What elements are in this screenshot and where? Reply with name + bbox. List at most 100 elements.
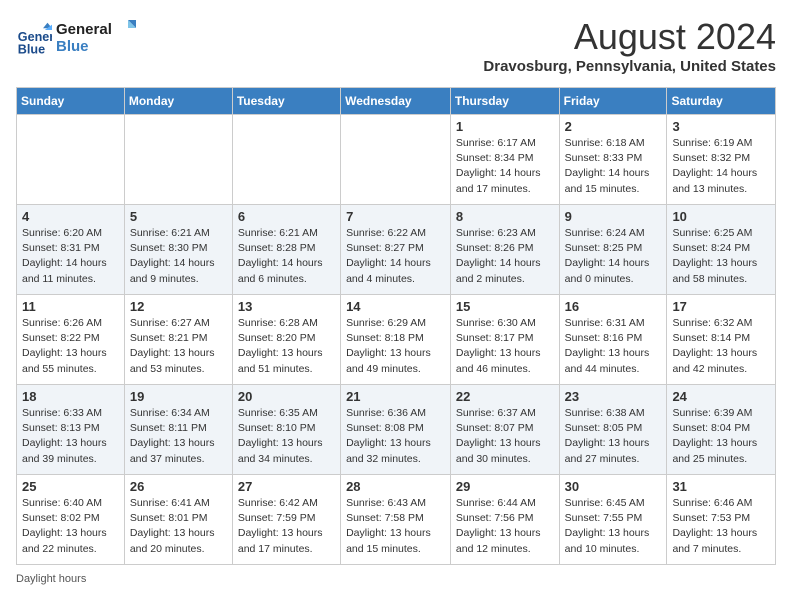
calendar-cell: 18Sunrise: 6:33 AMSunset: 8:13 PMDayligh… [17, 385, 125, 475]
day-number: 16 [565, 299, 662, 314]
dow-header: Saturday [667, 88, 776, 115]
day-info: Sunrise: 6:18 AMSunset: 8:33 PMDaylight:… [565, 136, 662, 197]
day-number: 8 [456, 209, 554, 224]
calendar-cell: 31 Sunrise: 6:46 AMSunset: 7:53 PMDayligh… [667, 475, 776, 565]
calendar-cell: 21 Sunrise: 6:36 AMSunset: 8:08 PMDayligh… [341, 385, 451, 475]
day-info: Sunrise: 6:35 AMSunset: 8:10 PMDaylight:… [238, 406, 335, 467]
day-info: Sunrise: 6:43 AMSunset: 7:58 PMDaylight:… [346, 496, 445, 557]
daylight-label: Daylight hours [16, 573, 86, 585]
calendar-cell: 14Sunrise: 6:29 AMSunset: 8:18 PMDayligh… [341, 295, 451, 385]
calendar-cell: 15 Sunrise: 6:30 AMSunset: 8:17 PMDayligh… [450, 295, 559, 385]
calendar-cell: 22 Sunrise: 6:37 AMSunset: 8:07 PMDayligh… [450, 385, 559, 475]
day-number: 6 [238, 209, 335, 224]
days-of-week-row: SundayMondayTuesdayWednesdayThursdayFrid… [17, 88, 776, 115]
calendar-cell: 20 Sunrise: 6:35 AMSunset: 8:10 PMDayligh… [232, 385, 340, 475]
calendar-cell: 9 Sunrise: 6:24 AMSunset: 8:25 PMDaylight… [559, 205, 667, 295]
day-number: 19 [130, 389, 227, 404]
logo-svg: General Blue [56, 16, 136, 56]
day-info: Sunrise: 6:26 AMSunset: 8:22 PMDaylight:… [22, 316, 119, 377]
dow-header: Friday [559, 88, 667, 115]
dow-header: Sunday [17, 88, 125, 115]
dow-header: Tuesday [232, 88, 340, 115]
day-info: Sunrise: 6:44 AMSunset: 7:56 PMDaylight:… [456, 496, 554, 557]
day-info: Sunrise: 6:23 AMSunset: 8:26 PMDaylight:… [456, 226, 554, 287]
day-number: 11 [22, 299, 119, 314]
calendar-cell: 6 Sunrise: 6:21 AMSunset: 8:28 PMDaylight… [232, 205, 340, 295]
day-info: Sunrise: 6:34 AMSunset: 8:11 PMDaylight:… [130, 406, 227, 467]
calendar-cell: 17Sunrise: 6:32 AMSunset: 8:14 PMDayligh… [667, 295, 776, 385]
day-number: 30 [565, 479, 662, 494]
day-number: 22 [456, 389, 554, 404]
logo-icon: General Blue [16, 21, 52, 57]
day-number: 29 [456, 479, 554, 494]
day-number: 5 [130, 209, 227, 224]
day-number: 9 [565, 209, 662, 224]
calendar-cell: 5 Sunrise: 6:21 AMSunset: 8:30 PMDaylight… [124, 205, 232, 295]
day-info: Sunrise: 6:28 AMSunset: 8:20 PMDaylight:… [238, 316, 335, 377]
calendar-cell: 25 Sunrise: 6:40 AMSunset: 8:02 PMDayligh… [17, 475, 125, 565]
day-number: 1 [456, 119, 554, 134]
day-info: Sunrise: 6:39 AMSunset: 8:04 PMDaylight:… [672, 406, 770, 467]
day-info: Sunrise: 6:30 AMSunset: 8:17 PMDaylight:… [456, 316, 554, 377]
dow-header: Wednesday [341, 88, 451, 115]
day-number: 2 [565, 119, 662, 134]
calendar-cell: 27Sunrise: 6:42 AMSunset: 7:59 PMDayligh… [232, 475, 340, 565]
day-info: Sunrise: 6:36 AMSunset: 8:08 PMDaylight:… [346, 406, 445, 467]
day-info: Sunrise: 6:19 AMSunset: 8:32 PMDaylight:… [672, 136, 770, 197]
month-title: August 2024 [483, 16, 776, 58]
day-number: 28 [346, 479, 445, 494]
dow-header: Monday [124, 88, 232, 115]
day-info: Sunrise: 6:25 AMSunset: 8:24 PMDaylight:… [672, 226, 770, 287]
day-info: Sunrise: 6:21 AMSunset: 8:30 PMDaylight:… [130, 226, 227, 287]
day-number: 14 [346, 299, 445, 314]
day-number: 31 [672, 479, 770, 494]
calendar-cell: 8 Sunrise: 6:23 AMSunset: 8:26 PMDaylight… [450, 205, 559, 295]
day-number: 26 [130, 479, 227, 494]
day-number: 27 [238, 479, 335, 494]
day-number: 10 [672, 209, 770, 224]
day-info: Sunrise: 6:38 AMSunset: 8:05 PMDaylight:… [565, 406, 662, 467]
svg-text:Blue: Blue [56, 38, 89, 55]
calendar-cell: 10 Sunrise: 6:25 AMSunset: 8:24 PMDayligh… [667, 205, 776, 295]
day-number: 25 [22, 479, 119, 494]
day-number: 18 [22, 389, 119, 404]
day-number: 13 [238, 299, 335, 314]
calendar-cell [232, 115, 340, 205]
day-info: Sunrise: 6:45 AMSunset: 7:55 PMDaylight:… [565, 496, 662, 557]
calendar-cell [341, 115, 451, 205]
day-number: 23 [565, 389, 662, 404]
calendar-week-row: 1Sunrise: 6:17 AMSunset: 8:34 PMDaylight… [17, 115, 776, 205]
calendar-cell: 1Sunrise: 6:17 AMSunset: 8:34 PMDaylight… [450, 115, 559, 205]
day-info: Sunrise: 6:20 AMSunset: 8:31 PMDaylight:… [22, 226, 119, 287]
calendar-week-row: 4Sunrise: 6:20 AMSunset: 8:31 PMDaylight… [17, 205, 776, 295]
calendar-cell: 23 Sunrise: 6:38 AMSunset: 8:05 PMDayligh… [559, 385, 667, 475]
day-info: Sunrise: 6:40 AMSunset: 8:02 PMDaylight:… [22, 496, 119, 557]
calendar-week-row: 18Sunrise: 6:33 AMSunset: 8:13 PMDayligh… [17, 385, 776, 475]
day-number: 20 [238, 389, 335, 404]
calendar-cell: 26Sunrise: 6:41 AMSunset: 8:01 PMDayligh… [124, 475, 232, 565]
calendar-cell [17, 115, 125, 205]
day-number: 21 [346, 389, 445, 404]
title-block: August 2024 Dravosburg, Pennsylvania, Un… [483, 16, 776, 75]
logo: General Blue General Blue [16, 16, 136, 61]
calendar-cell: 12 Sunrise: 6:27 AMSunset: 8:21 PMDayligh… [124, 295, 232, 385]
day-info: Sunrise: 6:46 AMSunset: 7:53 PMDaylight:… [672, 496, 770, 557]
calendar-cell: 16 Sunrise: 6:31 AMSunset: 8:16 PMDayligh… [559, 295, 667, 385]
day-info: Sunrise: 6:27 AMSunset: 8:21 PMDaylight:… [130, 316, 227, 377]
calendar-week-row: 25 Sunrise: 6:40 AMSunset: 8:02 PMDayligh… [17, 475, 776, 565]
day-info: Sunrise: 6:37 AMSunset: 8:07 PMDaylight:… [456, 406, 554, 467]
day-info: Sunrise: 6:24 AMSunset: 8:25 PMDaylight:… [565, 226, 662, 287]
day-info: Sunrise: 6:31 AMSunset: 8:16 PMDaylight:… [565, 316, 662, 377]
calendar-cell: 29 Sunrise: 6:44 AMSunset: 7:56 PMDayligh… [450, 475, 559, 565]
calendar-cell [124, 115, 232, 205]
dow-header: Thursday [450, 88, 559, 115]
day-number: 12 [130, 299, 227, 314]
calendar-cell: 11 Sunrise: 6:26 AMSunset: 8:22 PMDayligh… [17, 295, 125, 385]
calendar-cell: 2 Sunrise: 6:18 AMSunset: 8:33 PMDaylight… [559, 115, 667, 205]
svg-text:General: General [56, 21, 112, 38]
day-info: Sunrise: 6:21 AMSunset: 8:28 PMDaylight:… [238, 226, 335, 287]
calendar-cell: 7Sunrise: 6:22 AMSunset: 8:27 PMDaylight… [341, 205, 451, 295]
day-number: 15 [456, 299, 554, 314]
calendar-cell: 30 Sunrise: 6:45 AMSunset: 7:55 PMDayligh… [559, 475, 667, 565]
location: Dravosburg, Pennsylvania, United States [483, 58, 776, 75]
